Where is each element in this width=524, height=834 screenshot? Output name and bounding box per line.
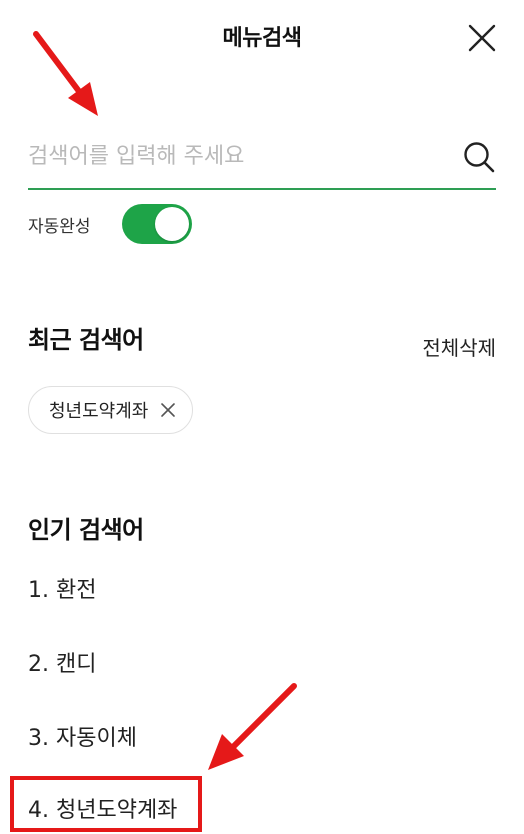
annotation-arrow-icon bbox=[208, 683, 297, 770]
highlight-box bbox=[10, 776, 202, 832]
chip-label: 청년도약계좌 bbox=[49, 401, 149, 422]
popular-item[interactable]: 1. 환전 bbox=[28, 572, 96, 604]
chip-remove-button[interactable] bbox=[160, 402, 176, 418]
close-button[interactable] bbox=[462, 18, 502, 58]
search-bar bbox=[28, 126, 496, 190]
annotation-arrow-icon bbox=[33, 31, 98, 116]
close-icon bbox=[161, 403, 176, 417]
popular-item[interactable]: 3. 자동이체 bbox=[28, 720, 137, 752]
search-input[interactable] bbox=[28, 134, 438, 178]
toggle-knob bbox=[155, 207, 189, 241]
search-button[interactable] bbox=[462, 140, 496, 174]
search-icon bbox=[464, 142, 495, 173]
recent-search-chip[interactable]: 청년도약계좌 bbox=[28, 386, 194, 434]
close-icon bbox=[468, 24, 496, 52]
popular-search-title: 인기 검색어 bbox=[28, 516, 144, 544]
popular-item[interactable]: 2. 캔디 bbox=[28, 646, 96, 678]
autocomplete-toggle[interactable] bbox=[122, 204, 192, 244]
delete-all-button[interactable]: 전체삭제 bbox=[422, 332, 496, 361]
autocomplete-row: 자동완성 bbox=[28, 204, 228, 246]
autocomplete-label: 자동완성 bbox=[28, 217, 91, 237]
recent-search-title: 최근 검색어 bbox=[28, 326, 144, 354]
